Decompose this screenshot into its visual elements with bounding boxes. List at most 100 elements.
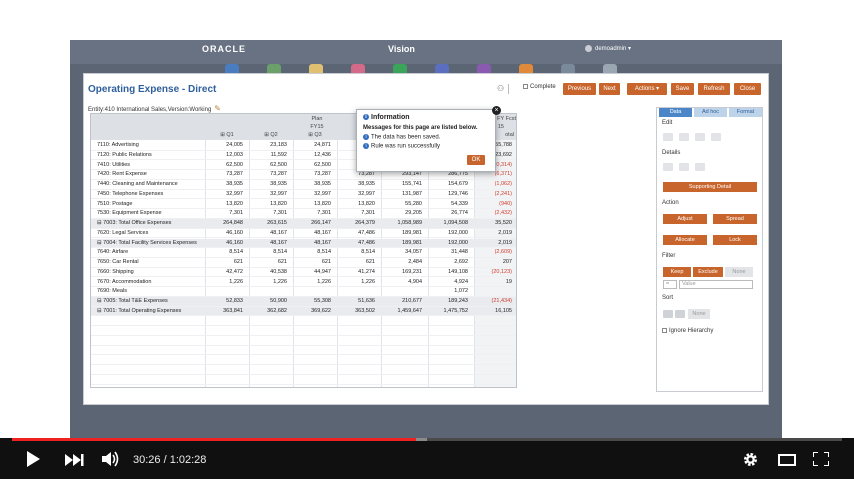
table-cell[interactable]: (2,241) — [472, 191, 512, 197]
table-cell[interactable]: 1,459,647 — [382, 308, 422, 314]
cut-icon[interactable] — [663, 133, 673, 141]
table-cell[interactable]: 73,287 — [203, 171, 243, 177]
table-cell[interactable]: 1,058,989 — [382, 220, 422, 226]
table-row[interactable]: 7660: Shipping 42,472 40,538 44,947 41,274 16… — [91, 268, 516, 278]
table-cell[interactable]: 73,287 — [291, 171, 331, 177]
table-cell[interactable]: 2,019 — [472, 240, 512, 246]
table-cell[interactable]: 7,301 — [335, 210, 375, 216]
table-cell[interactable]: 363,502 — [335, 308, 375, 314]
table-cell[interactable]: 44,947 — [291, 269, 331, 275]
table-cell[interactable]: 47,486 — [335, 240, 375, 246]
tab-adhoc[interactable]: Ad hoc — [694, 108, 727, 117]
table-cell[interactable]: 11,592 — [247, 152, 287, 158]
table-row[interactable]: 7640: Airfare 8,514 8,514 8,514 8,514 34,057 3… — [91, 248, 516, 258]
table-cell[interactable]: 32,997 — [335, 191, 375, 197]
table-cell[interactable]: 1,094,508 — [428, 220, 468, 226]
next-icon[interactable] — [65, 453, 84, 471]
edit-icon[interactable] — [711, 133, 721, 141]
table-cell[interactable]: 48,167 — [291, 240, 331, 246]
ignore-hierarchy-checkbox[interactable]: Ignore Hierarchy — [662, 328, 713, 334]
table-cell[interactable]: 1,226 — [247, 279, 287, 285]
table-cell[interactable]: 264,379 — [335, 220, 375, 226]
table-row[interactable]: 7650: Car Rental 621 621 621 621 2,484 2,692 20… — [91, 258, 516, 268]
spread-button[interactable]: Spread — [713, 214, 757, 224]
table-cell[interactable]: 26,774 — [428, 210, 468, 216]
table-cell[interactable]: 8,514 — [247, 249, 287, 255]
table-cell[interactable]: 7,301 — [247, 210, 287, 216]
col-q1[interactable]: ⊞ Q1 — [205, 132, 249, 138]
table-cell[interactable]: 621 — [203, 259, 243, 265]
fullscreen-icon[interactable] — [812, 451, 830, 471]
table-cell[interactable]: 13,820 — [203, 201, 243, 207]
table-cell[interactable]: 8,514 — [335, 249, 375, 255]
operator-select[interactable]: = — [663, 280, 677, 289]
table-cell[interactable]: 263,615 — [247, 220, 287, 226]
table-cell[interactable]: (2,432) — [472, 210, 512, 216]
table-cell[interactable]: 48,167 — [247, 240, 287, 246]
tab-format[interactable]: Format — [729, 108, 762, 117]
table-cell[interactable]: 73,287 — [335, 171, 375, 177]
table-cell[interactable]: 62,500 — [247, 162, 287, 168]
table-cell[interactable]: 48,167 — [291, 230, 331, 236]
table-cell[interactable]: 189,243 — [428, 298, 468, 304]
table-cell[interactable]: 55,308 — [291, 298, 331, 304]
theater-mode-icon[interactable] — [778, 453, 796, 471]
checkbox-icon[interactable] — [523, 84, 528, 89]
table-cell[interactable]: 189,981 — [382, 240, 422, 246]
play-icon[interactable] — [26, 451, 40, 472]
table-cell[interactable]: 38,935 — [291, 181, 331, 187]
copy-icon[interactable] — [679, 133, 689, 141]
table-cell[interactable]: 1,475,752 — [428, 308, 468, 314]
table-row[interactable]: 7670: Accommodation 1,226 1,226 1,226 1,226 4… — [91, 278, 516, 288]
table-cell[interactable]: (1,062) — [472, 181, 512, 187]
table-row[interactable]: 7440: Cleaning and Maintenance 38,935 38,9… — [91, 180, 516, 190]
sort-desc-icon[interactable] — [675, 310, 685, 318]
table-cell[interactable]: 4,924 — [428, 279, 468, 285]
table-cell[interactable]: 29,205 — [382, 210, 422, 216]
table-cell[interactable]: 286,775 — [428, 171, 468, 177]
table-cell[interactable]: 13,820 — [247, 201, 287, 207]
table-cell[interactable]: 62,500 — [291, 162, 331, 168]
attach-icon[interactable] — [695, 163, 705, 171]
table-cell[interactable]: 52,833 — [203, 298, 243, 304]
table-cell[interactable]: 621 — [335, 259, 375, 265]
table-cell[interactable]: 13,820 — [335, 201, 375, 207]
table-cell[interactable]: 54,339 — [428, 201, 468, 207]
volume-icon[interactable] — [102, 451, 120, 472]
table-cell[interactable]: 32,997 — [291, 191, 331, 197]
table-row[interactable]: ⊟ 7003: Total Office Expenses 264,848 263,… — [91, 219, 516, 229]
table-cell[interactable]: 24,005 — [203, 142, 243, 148]
table-cell[interactable]: 363,841 — [203, 308, 243, 314]
table-row[interactable]: 7690: Meals 1,072 — [91, 287, 516, 297]
table-cell[interactable]: 12,003 — [203, 152, 243, 158]
table-cell[interactable]: 31,448 — [428, 249, 468, 255]
table-cell[interactable]: 46,160 — [203, 230, 243, 236]
table-cell[interactable]: 192,000 — [428, 240, 468, 246]
table-cell[interactable]: 51,636 — [335, 298, 375, 304]
progress-bar[interactable] — [12, 438, 842, 441]
table-cell[interactable]: 32,997 — [247, 191, 287, 197]
table-cell[interactable]: 1,226 — [203, 279, 243, 285]
tab-data[interactable]: Data — [659, 108, 692, 117]
table-cell[interactable]: 264,848 — [203, 220, 243, 226]
ok-button[interactable]: OK — [467, 155, 485, 165]
table-cell[interactable]: 32,997 — [203, 191, 243, 197]
next-button[interactable]: Next — [599, 83, 620, 95]
col-q3[interactable]: ⊞ Q3 — [293, 132, 337, 138]
col-q2[interactable]: ⊞ Q2 — [249, 132, 293, 138]
table-row[interactable]: ⊟ 7001: Total Operating Expenses 363,841 3… — [91, 306, 516, 317]
user-menu[interactable]: demoadmin ▾ — [585, 45, 631, 52]
sort-none-button[interactable]: None — [688, 309, 710, 319]
table-cell[interactable]: 47,486 — [335, 230, 375, 236]
table-cell[interactable]: 154,679 — [428, 181, 468, 187]
table-cell[interactable]: 13,820 — [291, 201, 331, 207]
table-cell[interactable]: 41,274 — [335, 269, 375, 275]
table-cell[interactable]: 40,538 — [247, 269, 287, 275]
table-cell[interactable]: 621 — [247, 259, 287, 265]
table-cell[interactable]: 2,484 — [382, 259, 422, 265]
table-row[interactable]: 7530: Equipment Expense 7,301 7,301 7,301 7,… — [91, 209, 516, 219]
complete-checkbox[interactable]: Complete — [523, 84, 556, 90]
table-cell[interactable]: (20,123) — [472, 269, 513, 275]
table-cell[interactable]: 293,147 — [382, 171, 422, 177]
table-row[interactable]: 7620: Legal Services 46,160 48,167 48,167 47… — [91, 229, 516, 239]
